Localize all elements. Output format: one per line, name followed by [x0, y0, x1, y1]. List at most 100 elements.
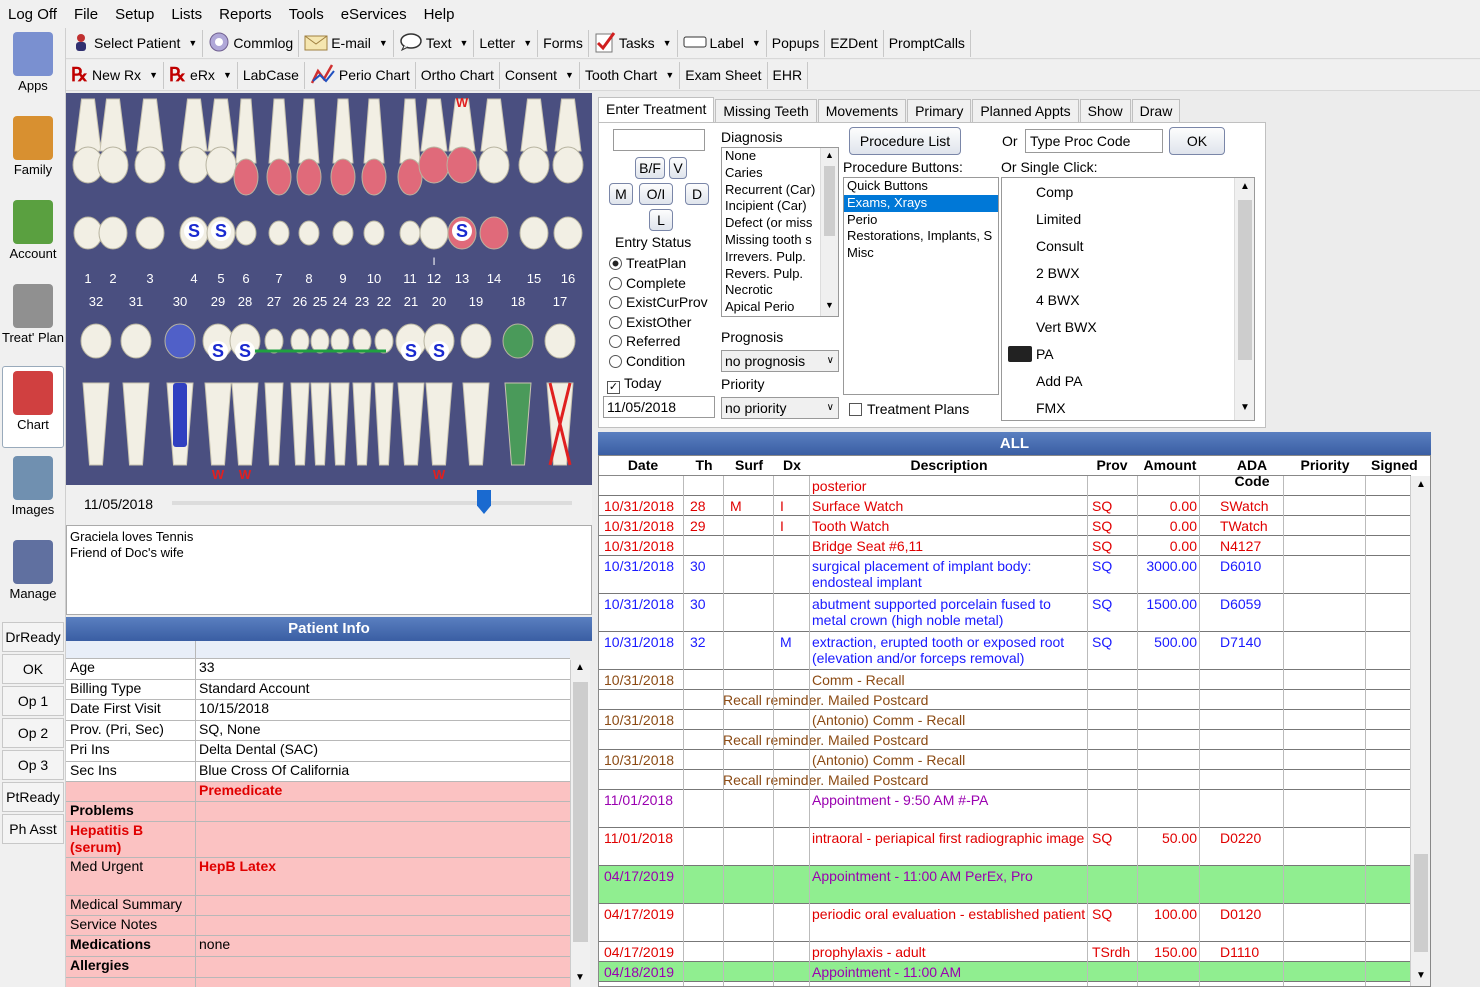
column-description[interactable]: Description — [811, 457, 1087, 473]
lower-tooth-number[interactable]: 23 — [355, 294, 369, 309]
scroll-up-icon[interactable]: ▲ — [1416, 479, 1426, 490]
tooth-chart-button[interactable]: Tooth Chart ▼ — [580, 61, 681, 89]
diagnosis-item[interactable]: Recurrent (Car) — [722, 182, 820, 199]
diagnosis-item[interactable]: Irrevers. Pulp. — [722, 249, 820, 266]
tab-missing-teeth[interactable]: Missing Teeth — [715, 99, 817, 123]
lower-tooth[interactable] — [310, 328, 330, 466]
tab-primary[interactable]: Primary — [907, 99, 972, 123]
column-th[interactable]: Th — [689, 457, 719, 473]
grid-row[interactable]: Recall reminder. Mailed Postcard — [599, 770, 1411, 790]
date-slider-track[interactable] — [172, 501, 572, 505]
ezdent-button[interactable]: EZDent — [825, 29, 884, 57]
scroll-thumb[interactable] — [1238, 200, 1252, 360]
letter-button[interactable]: Letter ▼ — [474, 29, 539, 57]
quick-procedure-list[interactable]: Comp Limited Consult 2 BWX 4 BWX Vert BWX PA Ad… — [1001, 177, 1255, 421]
e-mail-button[interactable]: E-mail ▼ — [299, 29, 394, 57]
new-rx-button[interactable]: ℞ New Rx ▼ — [66, 61, 164, 89]
lower-tooth-number[interactable]: 20 — [432, 294, 446, 309]
procedure-category-item[interactable]: Misc — [844, 245, 998, 262]
diagnosis-item[interactable]: Defect (or miss — [722, 215, 820, 232]
quick-list-scrollbar[interactable]: ▲ ▼ — [1234, 178, 1254, 420]
dropdown-arrow-icon[interactable]: ▼ — [663, 38, 672, 48]
grid-row[interactable]: Recall reminder. Mailed Postcard — [599, 730, 1411, 750]
upper-tooth[interactable] — [72, 98, 104, 250]
diagnosis-item[interactable]: None — [722, 148, 820, 165]
scroll-thumb[interactable] — [1414, 854, 1428, 952]
upper-tooth[interactable] — [552, 98, 584, 250]
tab-show[interactable]: Show — [1079, 99, 1131, 123]
diagnosis-item[interactable]: Necrotic — [722, 282, 820, 299]
lower-tooth-number[interactable]: 22 — [377, 294, 391, 309]
menu-eservices[interactable]: eServices — [341, 6, 407, 23]
text-button[interactable]: Text ▼ — [394, 29, 475, 57]
module-images[interactable]: Images — [2, 452, 64, 534]
diagnosis-item[interactable]: Revers. Pulp. — [722, 266, 820, 283]
lower-tooth-number[interactable]: 19 — [469, 294, 483, 309]
column-date[interactable]: Date — [603, 457, 683, 473]
dropdown-arrow-icon[interactable]: ▼ — [149, 70, 158, 80]
tab-enter-treatment[interactable]: Enter Treatment — [598, 97, 715, 123]
status-radio-existother[interactable]: ExistOther — [609, 314, 691, 330]
procedure-date-input[interactable]: 11/05/2018 — [603, 396, 715, 418]
ortho-chart-button[interactable]: Ortho Chart — [416, 61, 500, 89]
popups-button[interactable]: Popups — [767, 29, 826, 57]
tab-draw[interactable]: Draw — [1131, 99, 1181, 123]
surface-o-i-button[interactable]: O/I — [639, 183, 673, 205]
grid-row[interactable]: 10/31/2018 28 M I Surface Watch SQ 0.00 SWatch — [599, 496, 1411, 516]
status-radio-condition[interactable]: Condition — [609, 353, 685, 369]
grid-row[interactable]: 10/31/2018 29 I Tooth Watch SQ 0.00 TWatch — [599, 516, 1411, 536]
menu-file[interactable]: File — [74, 6, 98, 23]
quick-proc-add-pa[interactable]: Add PA — [1036, 373, 1082, 389]
upper-tooth-number[interactable]: 10 — [367, 271, 381, 286]
dropdown-arrow-icon[interactable]: ▼ — [188, 38, 197, 48]
status-radio-referred[interactable]: Referred — [609, 333, 680, 349]
grid-row[interactable]: posterior — [599, 476, 1411, 496]
tooth-chart[interactable]: 1 2 3 4 5 6 7 8 9 10 11 12 13 14 15 16 32 31 30 29 28 27 26 25 2… — [66, 93, 592, 485]
lower-tooth[interactable] — [352, 328, 372, 466]
grid-row[interactable]: 04/17/2019 periodic oral evaluation - est… — [599, 904, 1411, 942]
diagnosis-scrollbar[interactable]: ▲ ▼ — [820, 148, 838, 316]
perio-chart-button[interactable]: Perio Chart — [305, 61, 416, 89]
grid-row[interactable]: 11/01/2018 intraoral - periapical first r… — [599, 828, 1411, 866]
upper-tooth-number[interactable]: 11 — [403, 271, 417, 286]
status-button-op-1[interactable]: Op 1 — [2, 686, 64, 716]
status-button-ph-asst[interactable]: Ph Asst — [2, 814, 64, 844]
dropdown-arrow-icon[interactable]: ▼ — [665, 70, 674, 80]
module-chart[interactable]: Chart — [2, 366, 64, 448]
procedure-list-button[interactable]: Procedure List — [849, 127, 961, 155]
quick-proc-comp[interactable]: Comp — [1036, 184, 1073, 200]
quick-proc-fmx[interactable]: FMX — [1036, 400, 1066, 416]
forms-button[interactable]: Forms — [538, 29, 589, 57]
module-manage[interactable]: Manage — [2, 536, 64, 618]
patient-info-scrollbar[interactable]: ▲ ▼ — [570, 660, 590, 987]
scroll-up-icon[interactable]: ▲ — [1240, 181, 1250, 192]
grid-row[interactable]: 10/31/2018 32 Mextraction, erupted tooth o… — [599, 632, 1411, 670]
upper-tooth-number[interactable]: 5 — [217, 271, 224, 286]
surface-v-button[interactable]: V — [669, 157, 687, 179]
status-button-op-2[interactable]: Op 2 — [2, 718, 64, 748]
tab-movements[interactable]: Movements — [817, 99, 907, 123]
module-treat-plan[interactable]: Treat' Plan — [2, 280, 64, 362]
procedure-category-item[interactable]: Restorations, Implants, S — [844, 228, 998, 245]
scroll-up-icon[interactable]: ▲ — [825, 150, 834, 160]
column-priority[interactable]: Priority — [1289, 457, 1361, 473]
grid-row[interactable]: 04/17/2019 prophylaxis - adult TSrdh 150.00… — [599, 942, 1411, 962]
upper-tooth[interactable] — [97, 98, 129, 250]
upper-tooth-number[interactable]: 3 — [146, 271, 153, 286]
diagnosis-item[interactable]: Caries — [722, 165, 820, 182]
menu-reports[interactable]: Reports — [219, 6, 272, 23]
patient-notes[interactable]: Graciela loves Tennis Friend of Doc's wi… — [66, 525, 592, 615]
quick-proc-consult[interactable]: Consult — [1036, 238, 1083, 254]
dropdown-arrow-icon[interactable]: ▼ — [752, 38, 761, 48]
upper-tooth-number[interactable]: 13 — [455, 271, 469, 286]
scroll-thumb[interactable] — [573, 682, 588, 942]
menu-help[interactable]: Help — [424, 6, 455, 23]
lower-tooth-number[interactable]: 27 — [267, 294, 281, 309]
module-account[interactable]: Account — [2, 196, 64, 278]
ok-button[interactable]: OK — [1169, 127, 1225, 155]
menu-lists[interactable]: Lists — [171, 6, 202, 23]
lower-tooth-number[interactable]: 30 — [173, 294, 187, 309]
grid-row[interactable]: 11/01/2018 Appointment - 9:50 AM #-PA — [599, 790, 1411, 828]
upper-tooth-number[interactable]: 15 — [527, 271, 541, 286]
procedure-category-item[interactable]: Quick Buttons — [844, 178, 998, 195]
